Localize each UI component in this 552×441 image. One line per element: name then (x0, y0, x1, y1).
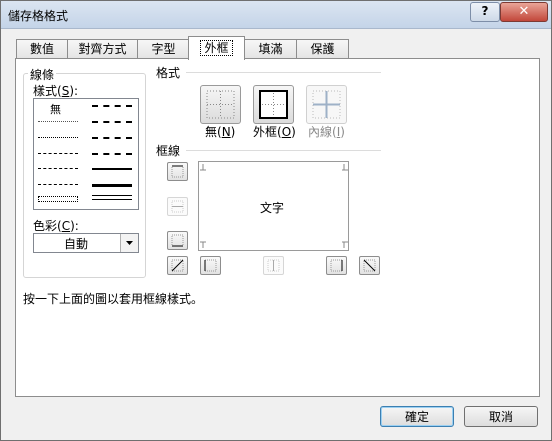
window-title: 儲存格格式 (8, 9, 69, 23)
preset-outline-label: 外框(O) (253, 125, 296, 139)
border-top-button[interactable] (167, 162, 188, 181)
border-section-label: 框線 (156, 144, 181, 158)
line-style-slant-dash-dot[interactable] (92, 121, 132, 123)
border-inside-horizontal-button[interactable] (167, 197, 188, 216)
line-color-combo[interactable]: 自動 (33, 233, 139, 253)
tab-border[interactable]: 外框 (188, 36, 245, 60)
line-style-thin-selected[interactable] (38, 196, 78, 202)
line-style-dash-dot-dot[interactable] (38, 153, 78, 154)
help-button[interactable]: ? (470, 2, 500, 22)
line-style-double[interactable] (92, 195, 132, 200)
preset-inside-label: 內線(I) (308, 125, 345, 139)
tab-font[interactable]: 字型 (137, 39, 190, 59)
line-style-dashed[interactable] (38, 184, 78, 185)
line-style-medium-dash-dot-dot[interactable] (92, 105, 132, 107)
diagonal-down-icon (363, 259, 376, 272)
preset-none-icon (206, 90, 235, 119)
line-style-dash-dot[interactable] (38, 168, 78, 169)
border-divider (186, 150, 381, 151)
border-diagonal-down-button[interactable] (359, 256, 380, 275)
tab-border-label: 外框 (200, 40, 233, 56)
border-left-icon (204, 259, 217, 272)
border-inside-vertical-icon (267, 259, 280, 272)
line-color-label: 色彩(C): (33, 219, 79, 233)
preset-outline-icon (259, 90, 288, 119)
tab-number[interactable]: 數值 (16, 39, 68, 59)
line-style-none[interactable]: 無 (50, 101, 61, 117)
line-style-thick[interactable] (92, 184, 132, 187)
chevron-down-icon (126, 241, 133, 245)
tab-alignment[interactable]: 對齊方式 (67, 39, 138, 59)
line-style-medium-dash-dot[interactable] (92, 137, 132, 139)
border-top-icon (171, 165, 184, 178)
line-style-label: 樣式(S): (33, 84, 79, 98)
presets-divider (186, 72, 381, 73)
border-preview[interactable]: 文字 (198, 161, 349, 251)
preview-text: 文字 (260, 201, 285, 215)
title-bar: 儲存格格式 ? ✕ (1, 1, 551, 29)
format-cells-dialog: 儲存格格式 ? ✕ 數值 對齊方式 字型 外框 填滿 保護 線條 樣式(S): … (0, 0, 552, 441)
preset-inside-button[interactable] (306, 85, 347, 124)
border-right-icon (330, 259, 343, 272)
tab-protection[interactable]: 保護 (296, 39, 349, 59)
line-style-hair[interactable] (38, 121, 78, 122)
dropdown-button[interactable] (120, 234, 138, 252)
line-style-medium[interactable] (92, 168, 132, 170)
border-left-button[interactable] (200, 256, 221, 275)
ok-button[interactable]: 確定 (380, 406, 454, 427)
preset-none-button[interactable] (200, 85, 241, 124)
border-inside-vertical-button[interactable] (263, 256, 284, 275)
presets-section-label: 格式 (156, 66, 181, 80)
diagonal-up-icon (171, 259, 184, 272)
line-style-dotted[interactable] (38, 137, 78, 138)
border-bottom-icon (171, 234, 184, 247)
close-button[interactable]: ✕ (500, 2, 548, 22)
hint-text: 按一下上面的圖以套用框線樣式。 (23, 292, 204, 306)
line-color-value: 自動 (64, 237, 89, 251)
line-group-label: 線條 (28, 66, 57, 83)
tab-fill[interactable]: 填滿 (244, 39, 297, 59)
border-right-button[interactable] (326, 256, 347, 275)
preset-none-label: 無(N) (205, 125, 236, 139)
border-inside-horizontal-icon (171, 200, 184, 213)
line-style-list[interactable]: 無 (33, 98, 139, 210)
border-diagonal-up-button[interactable] (167, 256, 188, 275)
cancel-button[interactable]: 取消 (464, 406, 538, 427)
border-bottom-button[interactable] (167, 231, 188, 250)
line-style-medium-dashed[interactable] (92, 153, 132, 155)
preset-outline-button[interactable] (253, 85, 294, 124)
preset-inside-icon (312, 90, 341, 119)
